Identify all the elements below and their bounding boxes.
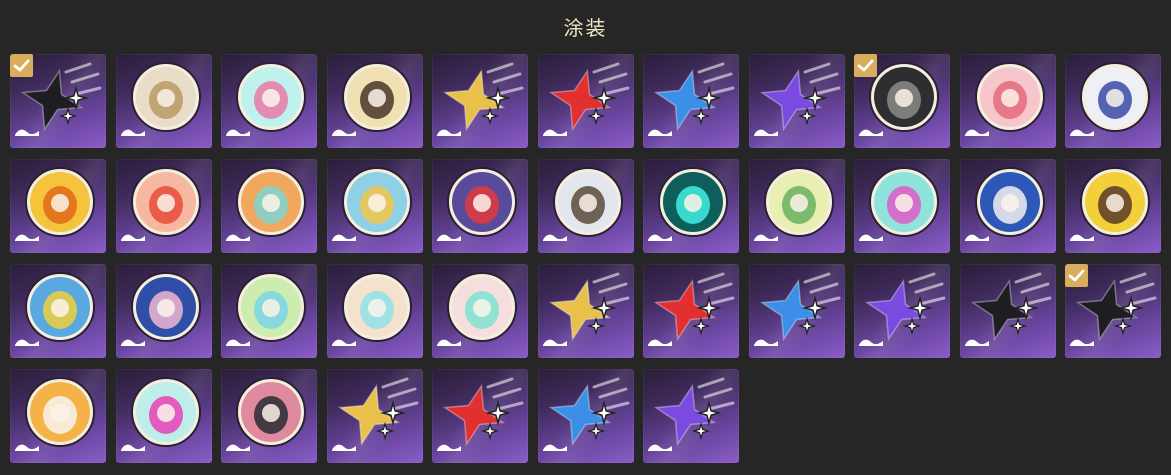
skin-tile[interactable] xyxy=(116,159,212,253)
skin-tile[interactable] xyxy=(10,369,106,463)
vehicle-badge-icon xyxy=(120,123,146,142)
skin-tile[interactable] xyxy=(432,264,528,358)
vehicle-badge-icon xyxy=(225,438,251,457)
skin-tile[interactable] xyxy=(854,54,950,148)
skin-tile[interactable] xyxy=(221,369,317,463)
skin-tile[interactable] xyxy=(221,54,317,148)
skin-tile[interactable] xyxy=(327,264,423,358)
skin-tile[interactable] xyxy=(116,54,212,148)
skin-tile[interactable] xyxy=(10,159,106,253)
skin-tile[interactable] xyxy=(643,264,739,358)
skin-tile[interactable] xyxy=(1065,159,1161,253)
vehicle-badge-icon xyxy=(14,333,40,352)
vehicle-badge-icon xyxy=(436,438,462,457)
vehicle-badge-icon xyxy=(225,123,251,142)
vehicle-badge-icon xyxy=(331,333,357,352)
skin-tile[interactable] xyxy=(960,54,1056,148)
skin-tile[interactable] xyxy=(327,159,423,253)
vehicle-badge-icon xyxy=(647,123,673,142)
vehicle-badge-icon xyxy=(436,228,462,247)
skin-tile[interactable] xyxy=(643,54,739,148)
vehicle-badge-icon xyxy=(542,438,568,457)
vehicle-badge-icon xyxy=(331,228,357,247)
vehicle-badge-icon xyxy=(120,333,146,352)
vehicle-badge-icon xyxy=(858,123,884,142)
vehicle-badge-icon xyxy=(1069,333,1095,352)
vehicle-badge-icon xyxy=(542,228,568,247)
vehicle-badge-icon xyxy=(858,228,884,247)
vehicle-badge-icon xyxy=(120,228,146,247)
vehicle-badge-icon xyxy=(1069,123,1095,142)
vehicle-badge-icon xyxy=(225,228,251,247)
skin-tile[interactable] xyxy=(432,54,528,148)
selected-check-icon xyxy=(854,54,877,77)
selected-check-icon xyxy=(1065,264,1088,287)
skin-tile[interactable] xyxy=(221,264,317,358)
skin-tile[interactable] xyxy=(643,159,739,253)
skin-tile[interactable] xyxy=(854,159,950,253)
vehicle-badge-icon xyxy=(14,123,40,142)
skin-tile[interactable] xyxy=(643,369,739,463)
skin-tile[interactable] xyxy=(749,264,845,358)
skin-tile[interactable] xyxy=(960,264,1056,358)
skin-tile[interactable] xyxy=(854,264,950,358)
vehicle-badge-icon xyxy=(436,333,462,352)
vehicle-badge-icon xyxy=(964,123,990,142)
vehicle-badge-icon xyxy=(14,228,40,247)
vehicle-badge-icon xyxy=(964,228,990,247)
skin-tile[interactable] xyxy=(749,159,845,253)
skin-tile[interactable] xyxy=(1065,54,1161,148)
skin-grid xyxy=(0,0,1171,475)
vehicle-badge-icon xyxy=(14,438,40,457)
skin-tile[interactable] xyxy=(960,159,1056,253)
skin-tile[interactable] xyxy=(432,159,528,253)
skin-tile[interactable] xyxy=(538,369,634,463)
vehicle-badge-icon xyxy=(331,438,357,457)
vehicle-badge-icon xyxy=(753,228,779,247)
vehicle-badge-icon xyxy=(542,123,568,142)
skin-tile[interactable] xyxy=(327,54,423,148)
skin-tile[interactable] xyxy=(538,159,634,253)
skin-tile[interactable] xyxy=(10,54,106,148)
skin-tile[interactable] xyxy=(749,54,845,148)
skin-tile[interactable] xyxy=(10,264,106,358)
skin-tile[interactable] xyxy=(1065,264,1161,358)
skin-tile[interactable] xyxy=(327,369,423,463)
vehicle-badge-icon xyxy=(858,333,884,352)
vehicle-badge-icon xyxy=(647,228,673,247)
vehicle-badge-icon xyxy=(753,333,779,352)
vehicle-badge-icon xyxy=(647,438,673,457)
vehicle-badge-icon xyxy=(120,438,146,457)
skin-tile[interactable] xyxy=(116,369,212,463)
vehicle-badge-icon xyxy=(542,333,568,352)
skin-tile[interactable] xyxy=(221,159,317,253)
vehicle-badge-icon xyxy=(1069,228,1095,247)
vehicle-badge-icon xyxy=(225,333,251,352)
selected-check-icon xyxy=(10,54,33,77)
skin-tile[interactable] xyxy=(538,264,634,358)
vehicle-badge-icon xyxy=(436,123,462,142)
vehicle-badge-icon xyxy=(647,333,673,352)
vehicle-badge-icon xyxy=(331,123,357,142)
skin-tile[interactable] xyxy=(432,369,528,463)
vehicle-badge-icon xyxy=(964,333,990,352)
skin-tile[interactable] xyxy=(538,54,634,148)
vehicle-badge-icon xyxy=(753,123,779,142)
skin-tile[interactable] xyxy=(116,264,212,358)
